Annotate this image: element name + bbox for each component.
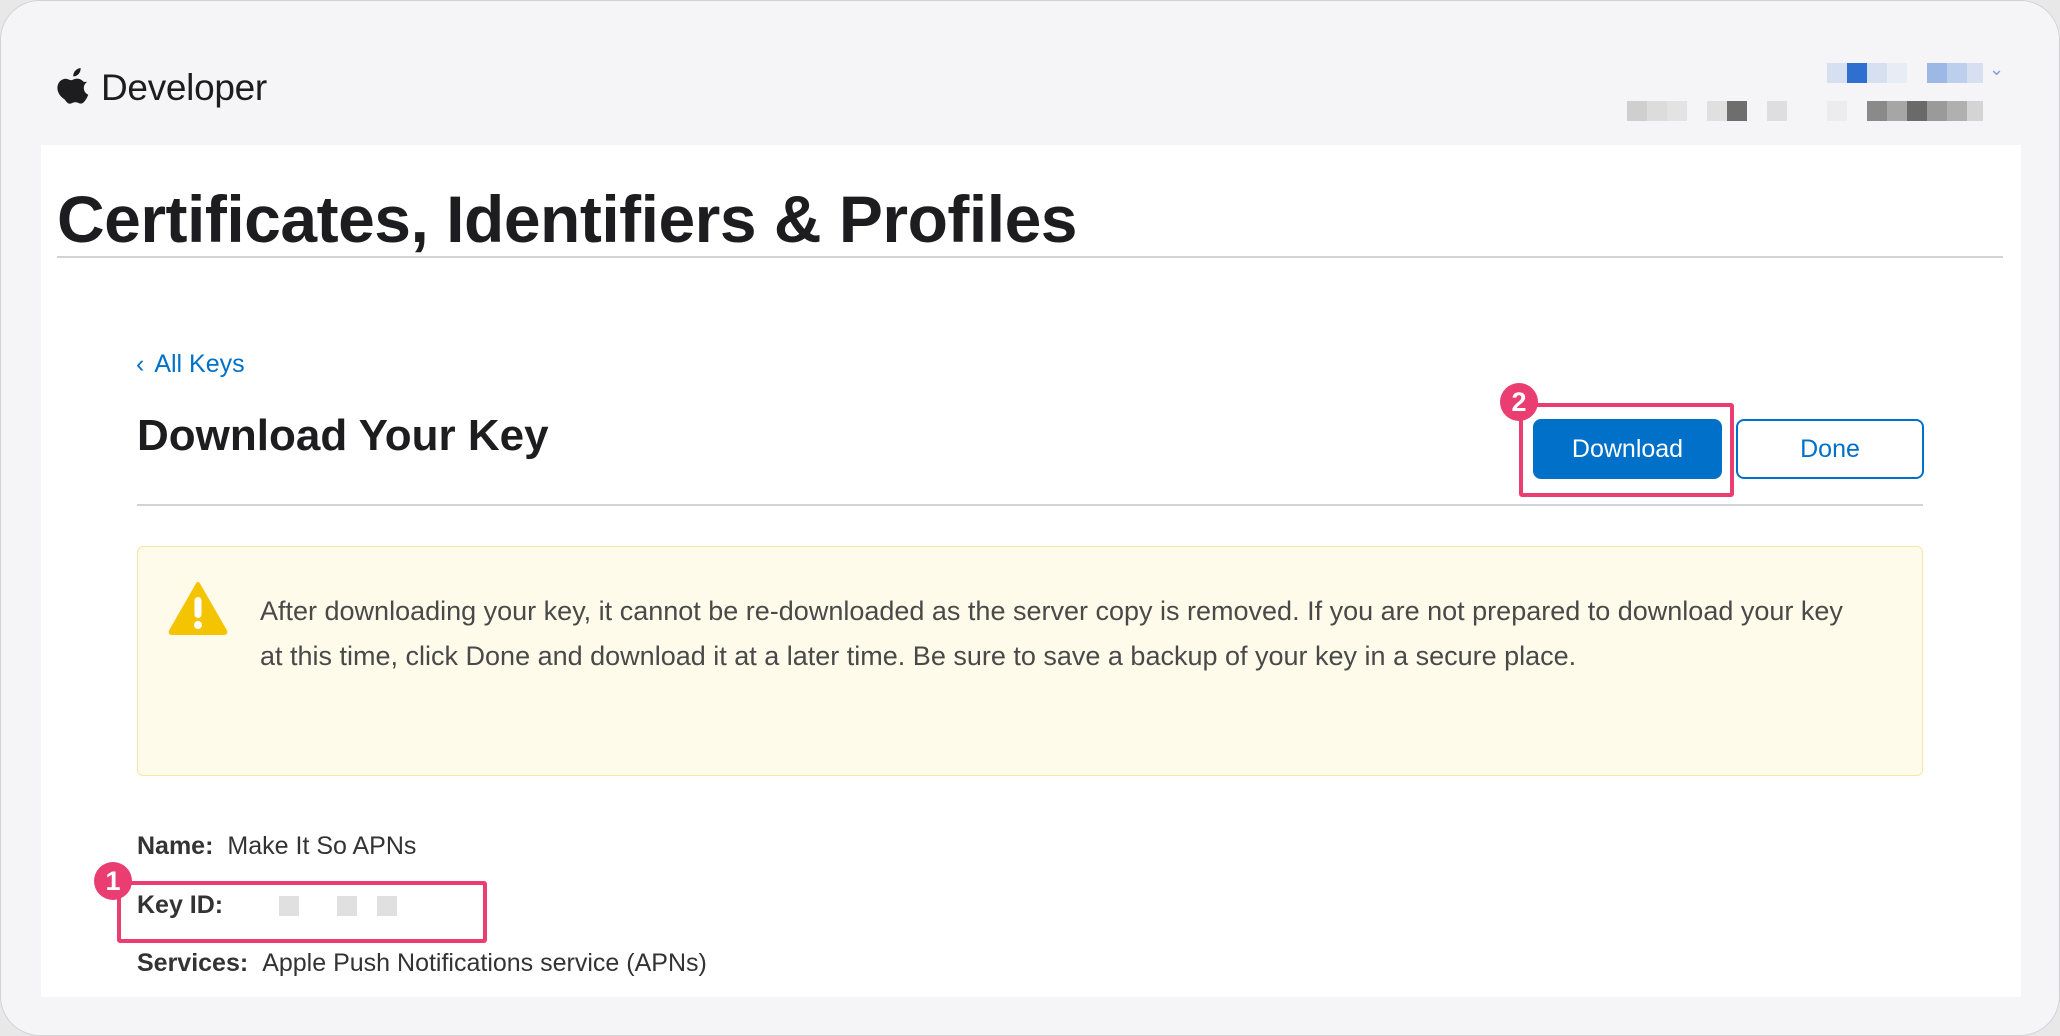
back-link-all-keys[interactable]: ‹ All Keys xyxy=(136,350,245,379)
annotation-box-download xyxy=(1519,403,1734,497)
apple-logo-icon xyxy=(57,68,89,104)
chevron-left-icon: ‹ xyxy=(136,350,145,378)
header: Developer ⌄ xyxy=(1,1,2059,145)
chevron-down-icon: ⌄ xyxy=(1989,59,2005,79)
title-divider xyxy=(57,256,2003,258)
done-button[interactable]: Done xyxy=(1736,419,1924,479)
main-content: Certificates, Identifiers & Profiles ‹ A… xyxy=(41,145,2021,997)
key-name-row: Name: Make It So APNs xyxy=(137,832,416,861)
annotation-box-keyid xyxy=(117,881,487,943)
brand-name: Developer xyxy=(101,67,267,108)
services-row: Services: Apple Push Notifications servi… xyxy=(137,949,707,978)
account-menu-redacted[interactable]: ⌄ xyxy=(1827,59,2007,85)
annotation-badge-1: 1 xyxy=(94,862,132,900)
services-label: Services: xyxy=(137,949,249,977)
browser-frame: Developer ⌄ Certificates, Identifiers & … xyxy=(0,0,2060,1036)
warning-callout: After downloading your key, it cannot be… xyxy=(137,546,1923,776)
annotation-badge-2: 2 xyxy=(1500,383,1538,421)
name-label: Name: xyxy=(137,832,214,860)
warning-triangle-icon xyxy=(168,582,228,635)
section-heading: Download Your Key xyxy=(137,411,549,460)
name-value: Make It So APNs xyxy=(227,832,417,860)
services-value: Apple Push Notifications service (APNs) xyxy=(262,949,707,977)
page-title: Certificates, Identifiers & Profiles xyxy=(57,182,1078,256)
warning-text: After downloading your key, it cannot be… xyxy=(260,596,1843,671)
team-name-redacted xyxy=(1627,101,1987,123)
back-link-label: All Keys xyxy=(154,350,245,378)
section-divider xyxy=(137,504,1923,506)
developer-logo[interactable]: Developer xyxy=(57,67,267,109)
